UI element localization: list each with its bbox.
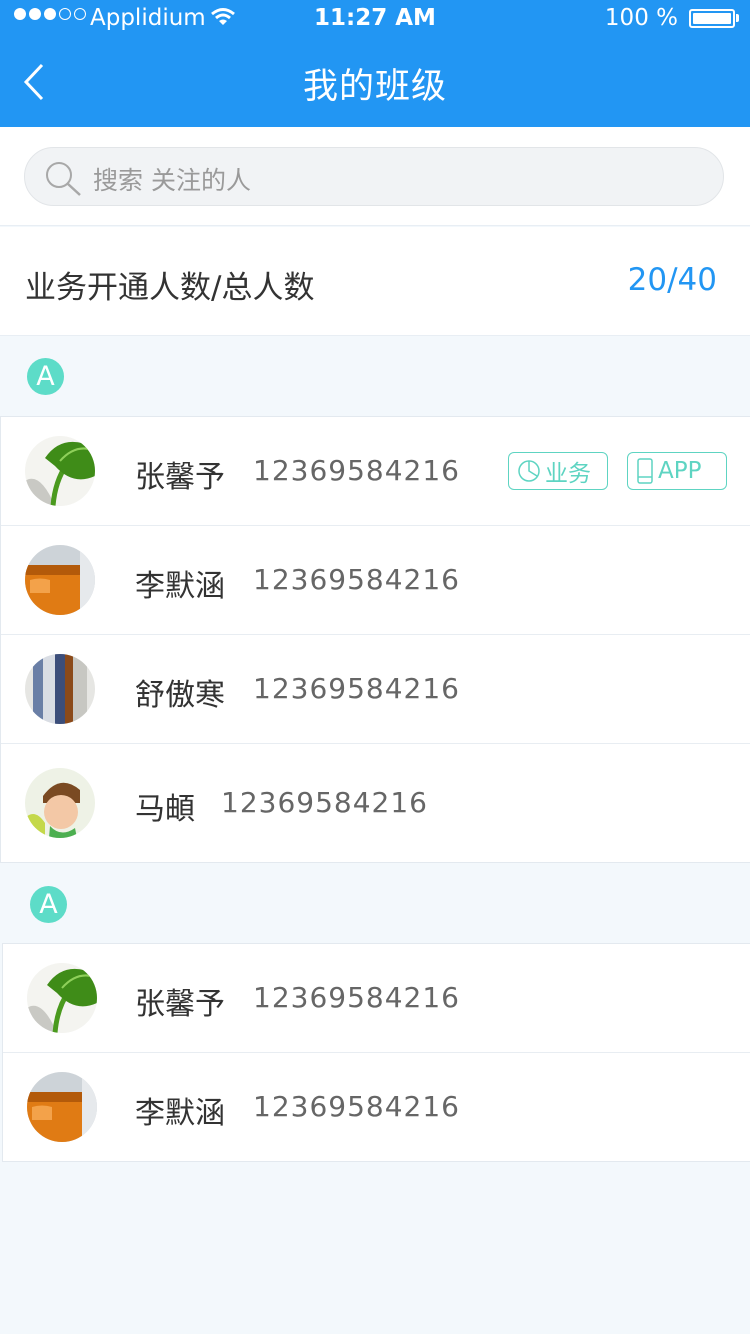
list-item[interactable]: 李默涵 12369584216 [3,1053,750,1161]
member-phone: 12369584216 [253,672,460,705]
section-letter: A [30,886,67,923]
avatar [25,545,95,615]
list-item[interactable]: 舒傲寒 12369584216 [1,635,750,744]
app-tag-label: APP [658,458,702,484]
avatar [27,963,97,1033]
header: Applidium 11:27 AM 100 % 我的班级 [0,0,750,127]
phone-icon [637,458,653,484]
member-name: 马頔 [135,792,195,827]
avatar [27,1072,97,1142]
search-icon [45,161,83,201]
business-tag-label: 业务 [545,461,591,487]
mug-avatar-icon [27,1072,97,1142]
member-name: 李默涵 [135,1096,225,1131]
page-title: 我的班级 [302,67,447,107]
member-name: 张馨予 [135,987,225,1022]
business-tag[interactable]: 业务 [508,452,608,490]
section-header: A [0,336,750,416]
member-name: 李默涵 [135,569,225,604]
member-name: 张馨予 [135,460,225,495]
search-area: 搜索 关注的人 [0,127,750,226]
plant-avatar-icon [25,436,95,506]
section-header: A [0,864,750,944]
list-item[interactable]: 马頔 12369584216 [1,744,750,862]
member-phone: 12369584216 [253,1090,460,1123]
member-phone: 12369584216 [253,981,460,1014]
avatar [25,768,95,838]
list-item[interactable]: 张馨予 12369584216 [3,944,750,1053]
battery-icon [689,9,735,28]
avatar [25,436,95,506]
plant-avatar-icon [27,963,97,1033]
pie-chart-icon [518,460,540,482]
battery-tip [736,14,739,22]
member-list: 张馨予 12369584216 李默涵 12369584216 [2,943,750,1162]
summary-label: 业务开通人数/总人数 [25,270,315,306]
status-bar: Applidium 11:27 AM 100 % [0,0,750,40]
list-item[interactable]: 张馨予 12369584216 业务 APP [1,417,750,526]
member-phone: 12369584216 [253,563,460,596]
mug-avatar-icon [25,545,95,615]
avatar [25,654,95,724]
member-phone: 12369584216 [221,786,428,819]
search-placeholder: 搜索 关注的人 [93,166,251,195]
books-avatar-icon [25,654,95,724]
member-name: 舒傲寒 [135,678,225,713]
member-list: 张馨予 12369584216 业务 APP 李默涵 12369584216 舒… [0,416,750,863]
list-item[interactable]: 李默涵 12369584216 [1,526,750,635]
boy-avatar-icon [25,768,95,838]
summary-value: 20/40 [627,262,717,298]
battery-percentage: 100 % [604,5,678,31]
app-tag[interactable]: APP [627,452,727,490]
business-summary-row: 业务开通人数/总人数 20/40 [0,227,750,336]
section-letter: A [27,358,64,395]
member-phone: 12369584216 [253,454,460,487]
search-input[interactable]: 搜索 关注的人 [24,147,724,206]
